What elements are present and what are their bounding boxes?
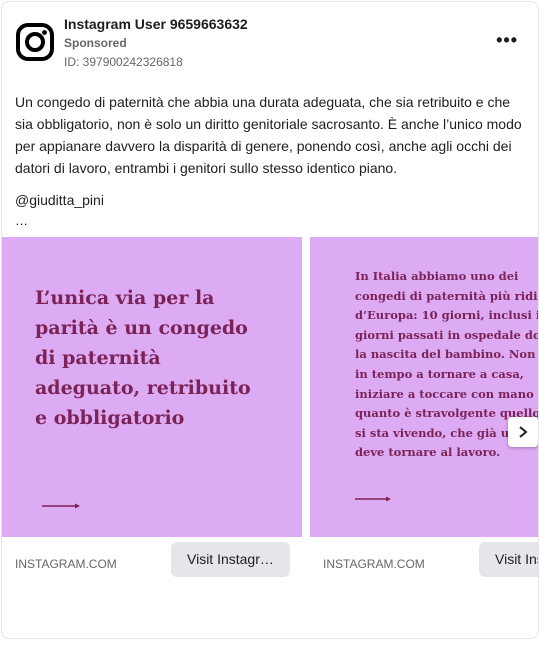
arrow-right-icon [355,496,391,502]
carousel-card-1-image[interactable]: L’unica via per la parità è un congedo d… [2,237,302,537]
arrow-right-icon [42,503,80,509]
carousel-card-2-image[interactable]: In Italia abbiamo uno dei congedi di pat… [310,237,539,537]
card-2-line: In Italia abbiamo uno dei [355,269,519,283]
card-2-line: in tempo a tornare a casa, [355,366,524,381]
card-2-line: giorni passati in ospedale dopo [355,327,539,342]
more-options-icon[interactable]: ••• [496,30,518,51]
card-2-line: la nascita del bambino. Non si fa [355,347,538,362]
card-1-line: parità è un congedo [35,317,248,339]
carousel-card-1-text: L’unica via per la parità è un congedo d… [35,283,285,433]
visit-profile-button[interactable]: Visit Instagram profile [479,542,538,577]
carousel-next-button[interactable] [508,417,538,447]
card-1-domain: INSTAGRAM.COM [15,557,117,571]
ad-handle: @giuditta_pini [15,192,104,208]
card-1-line: e obbligatorio [35,407,185,429]
instagram-logo-icon[interactable] [15,22,55,62]
advertiser-name[interactable]: Instagram User 9659663632 [64,16,248,32]
ad-card: Instagram User 9659663632 Sponsored ID: … [1,1,539,639]
chevron-right-icon [519,426,528,438]
card-2-line: congedi di paternità più ridicoli [355,288,538,303]
visit-profile-button[interactable]: Visit Instagram profile [171,542,290,577]
card-1-line: adeguato, retribuito [35,377,251,399]
ad-body-text: Un congedo di paternità che abbia una du… [15,94,522,176]
see-more-ellipsis[interactable]: … [15,213,28,228]
card-1-line: L’unica via per la [35,287,215,309]
sponsored-label: Sponsored [64,36,127,50]
card-1-line: di paternità [35,347,161,369]
card-2-line: iniziare a toccare con mano [355,386,534,401]
ad-id: ID: 397900242326818 [64,55,183,69]
card-2-domain: INSTAGRAM.COM [323,557,425,571]
card-2-line: d’Europa: 10 giorni, inclusi i [355,308,539,323]
image-carousel: L’unica via per la parità è un congedo d… [2,237,539,587]
